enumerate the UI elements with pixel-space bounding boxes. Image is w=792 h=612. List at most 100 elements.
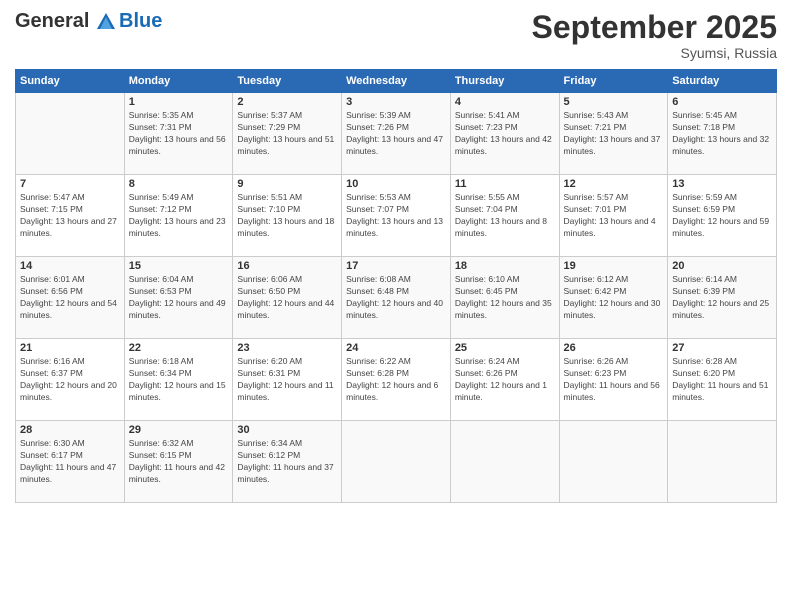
day-detail: Sunrise: 6:14 AMSunset: 6:39 PMDaylight:… (672, 274, 772, 322)
day-detail: Sunrise: 5:53 AMSunset: 7:07 PMDaylight:… (346, 192, 446, 240)
calendar-body: 1 Sunrise: 5:35 AMSunset: 7:31 PMDaylight… (16, 93, 777, 503)
calendar-day-cell: 29 Sunrise: 6:32 AMSunset: 6:15 PMDayligh… (124, 421, 233, 503)
weekday-header-cell: Friday (559, 70, 668, 93)
day-detail: Sunrise: 6:16 AMSunset: 6:37 PMDaylight:… (20, 356, 120, 404)
day-number: 27 (672, 342, 772, 354)
calendar-day-cell (16, 93, 125, 175)
day-number: 4 (455, 96, 555, 108)
day-detail: Sunrise: 6:34 AMSunset: 6:12 PMDaylight:… (237, 438, 337, 486)
day-number: 13 (672, 178, 772, 190)
calendar-week-row: 14 Sunrise: 6:01 AMSunset: 6:56 PMDayligh… (16, 257, 777, 339)
calendar-day-cell: 28 Sunrise: 6:30 AMSunset: 6:17 PMDayligh… (16, 421, 125, 503)
day-detail: Sunrise: 6:18 AMSunset: 6:34 PMDaylight:… (129, 356, 229, 404)
weekday-header-cell: Tuesday (233, 70, 342, 93)
title-block: September 2025 Syumsi, Russia (532, 10, 777, 61)
day-number: 1 (129, 96, 229, 108)
day-detail: Sunrise: 6:06 AMSunset: 6:50 PMDaylight:… (237, 274, 337, 322)
day-number: 21 (20, 342, 120, 354)
day-detail: Sunrise: 6:24 AMSunset: 6:26 PMDaylight:… (455, 356, 555, 404)
calendar-day-cell: 18Sunrise: 6:10 AMSunset: 6:45 PMDayligh… (450, 257, 559, 339)
day-number: 6 (672, 96, 772, 108)
logo-general: General (15, 10, 89, 32)
location: Syumsi, Russia (532, 45, 777, 61)
calendar-day-cell: 10 Sunrise: 5:53 AMSunset: 7:07 PMDayligh… (342, 175, 451, 257)
calendar-day-cell: 25 Sunrise: 6:24 AMSunset: 6:26 PMDayligh… (450, 339, 559, 421)
calendar-day-cell: 2 Sunrise: 5:37 AMSunset: 7:29 PMDaylight… (233, 93, 342, 175)
day-number: 11 (455, 178, 555, 190)
weekday-header-cell: Sunday (16, 70, 125, 93)
calendar-week-row: 1 Sunrise: 5:35 AMSunset: 7:31 PMDaylight… (16, 93, 777, 175)
calendar-day-cell: 27 Sunrise: 6:28 AMSunset: 6:20 PMDayligh… (668, 339, 777, 421)
day-detail: Sunrise: 6:22 AMSunset: 6:28 PMDaylight:… (346, 356, 446, 404)
calendar-week-row: 21 Sunrise: 6:16 AMSunset: 6:37 PMDayligh… (16, 339, 777, 421)
day-detail: Sunrise: 5:51 AMSunset: 7:10 PMDaylight:… (237, 192, 337, 240)
day-detail: Sunrise: 6:20 AMSunset: 6:31 PMDaylight:… (237, 356, 337, 404)
month-title: September 2025 (532, 10, 777, 45)
day-detail: Sunrise: 6:28 AMSunset: 6:20 PMDaylight:… (672, 356, 772, 404)
day-number: 25 (455, 342, 555, 354)
calendar-day-cell: 23 Sunrise: 6:20 AMSunset: 6:31 PMDayligh… (233, 339, 342, 421)
day-detail: Sunrise: 6:01 AMSunset: 6:56 PMDaylight:… (20, 274, 120, 322)
day-detail: Sunrise: 5:41 AMSunset: 7:23 PMDaylight:… (455, 110, 555, 158)
day-number: 24 (346, 342, 446, 354)
day-number: 7 (20, 178, 120, 190)
day-number: 12 (564, 178, 664, 190)
calendar-day-cell: 12 Sunrise: 5:57 AMSunset: 7:01 PMDayligh… (559, 175, 668, 257)
day-detail: Sunrise: 6:08 AMSunset: 6:48 PMDaylight:… (346, 274, 446, 322)
day-detail: Sunrise: 5:47 AMSunset: 7:15 PMDaylight:… (20, 192, 120, 240)
calendar-day-cell: 11 Sunrise: 5:55 AMSunset: 7:04 PMDayligh… (450, 175, 559, 257)
page: General Blue September 2025 Syumsi, Russ… (0, 0, 792, 612)
day-detail: Sunrise: 5:49 AMSunset: 7:12 PMDaylight:… (129, 192, 229, 240)
day-number: 16 (237, 260, 337, 272)
calendar-day-cell: 15Sunrise: 6:04 AMSunset: 6:53 PMDayligh… (124, 257, 233, 339)
weekday-header-cell: Wednesday (342, 70, 451, 93)
day-detail: Sunrise: 6:30 AMSunset: 6:17 PMDaylight:… (20, 438, 120, 486)
day-number: 23 (237, 342, 337, 354)
day-number: 29 (129, 424, 229, 436)
day-number: 26 (564, 342, 664, 354)
calendar-day-cell: 26Sunrise: 6:26 AMSunset: 6:23 PMDayligh… (559, 339, 668, 421)
day-number: 18 (455, 260, 555, 272)
day-number: 28 (20, 424, 120, 436)
day-detail: Sunrise: 5:55 AMSunset: 7:04 PMDaylight:… (455, 192, 555, 240)
day-detail: Sunrise: 5:43 AMSunset: 7:21 PMDaylight:… (564, 110, 664, 158)
calendar-day-cell: 9 Sunrise: 5:51 AMSunset: 7:10 PMDaylight… (233, 175, 342, 257)
calendar-day-cell (668, 421, 777, 503)
calendar-day-cell: 8 Sunrise: 5:49 AMSunset: 7:12 PMDaylight… (124, 175, 233, 257)
calendar-day-cell: 30Sunrise: 6:34 AMSunset: 6:12 PMDayligh… (233, 421, 342, 503)
calendar-day-cell: 3Sunrise: 5:39 AMSunset: 7:26 PMDaylight… (342, 93, 451, 175)
day-number: 9 (237, 178, 337, 190)
day-detail: Sunrise: 5:45 AMSunset: 7:18 PMDaylight:… (672, 110, 772, 158)
calendar-week-row: 7 Sunrise: 5:47 AMSunset: 7:15 PMDaylight… (16, 175, 777, 257)
day-number: 19 (564, 260, 664, 272)
calendar-day-cell: 19Sunrise: 6:12 AMSunset: 6:42 PMDayligh… (559, 257, 668, 339)
calendar-day-cell: 24 Sunrise: 6:22 AMSunset: 6:28 PMDayligh… (342, 339, 451, 421)
day-detail: Sunrise: 5:35 AMSunset: 7:31 PMDaylight:… (129, 110, 229, 158)
calendar-day-cell: 1 Sunrise: 5:35 AMSunset: 7:31 PMDaylight… (124, 93, 233, 175)
calendar-table: SundayMondayTuesdayWednesdayThursdayFrid… (15, 69, 777, 503)
day-detail: Sunrise: 6:04 AMSunset: 6:53 PMDaylight:… (129, 274, 229, 322)
calendar-day-cell: 14 Sunrise: 6:01 AMSunset: 6:56 PMDayligh… (16, 257, 125, 339)
day-number: 17 (346, 260, 446, 272)
day-number: 8 (129, 178, 229, 190)
calendar-day-cell: 4 Sunrise: 5:41 AMSunset: 7:23 PMDaylight… (450, 93, 559, 175)
day-number: 10 (346, 178, 446, 190)
weekday-header-cell: Saturday (668, 70, 777, 93)
day-number: 2 (237, 96, 337, 108)
day-detail: Sunrise: 5:37 AMSunset: 7:29 PMDaylight:… (237, 110, 337, 158)
calendar-day-cell: 6 Sunrise: 5:45 AMSunset: 7:18 PMDaylight… (668, 93, 777, 175)
day-detail: Sunrise: 5:59 AMSunset: 6:59 PMDaylight:… (672, 192, 772, 240)
day-number: 5 (564, 96, 664, 108)
day-detail: Sunrise: 6:32 AMSunset: 6:15 PMDaylight:… (129, 438, 229, 486)
logo-blue: Blue (119, 10, 162, 32)
calendar-day-cell (450, 421, 559, 503)
calendar-day-cell: 7 Sunrise: 5:47 AMSunset: 7:15 PMDaylight… (16, 175, 125, 257)
day-detail: Sunrise: 5:57 AMSunset: 7:01 PMDaylight:… (564, 192, 664, 240)
day-number: 3 (346, 96, 446, 108)
weekday-header-cell: Monday (124, 70, 233, 93)
weekday-header-cell: Thursday (450, 70, 559, 93)
calendar-day-cell: 21 Sunrise: 6:16 AMSunset: 6:37 PMDayligh… (16, 339, 125, 421)
day-number: 14 (20, 260, 120, 272)
calendar-day-cell: 5 Sunrise: 5:43 AMSunset: 7:21 PMDaylight… (559, 93, 668, 175)
weekday-header-row: SundayMondayTuesdayWednesdayThursdayFrid… (16, 70, 777, 93)
